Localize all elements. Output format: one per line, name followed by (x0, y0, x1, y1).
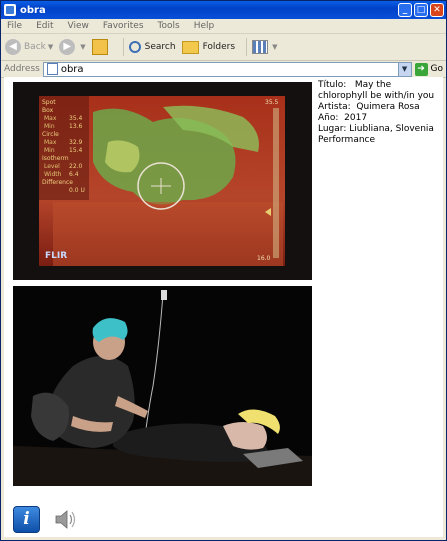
back-button[interactable]: ◀ Back ▼ (5, 39, 53, 55)
toolbar: ◀ Back ▼ ▶ ▼ Search Folders ▼ (1, 34, 446, 61)
ano-label: Año: (318, 113, 339, 123)
go-arrow-icon: ➜ (414, 62, 428, 76)
search-label: Search (144, 42, 176, 52)
svg-text:35.5: 35.5 (265, 99, 279, 106)
address-field[interactable]: obra ▼ (42, 61, 412, 77)
title-line: Título: May the chlorophyll be with/in y… (318, 80, 440, 102)
minimize-button[interactable]: _ (398, 3, 412, 17)
artwork-info: Título: May the chlorophyll be with/in y… (318, 80, 440, 146)
svg-text:Max: Max (44, 115, 57, 122)
artist-line: Artista: Quimera Rosa (318, 102, 440, 113)
performance-photo-image (13, 286, 312, 486)
performance-photo (13, 286, 312, 486)
go-button[interactable]: ➜ Go (414, 62, 443, 76)
views-button[interactable]: ▼ (252, 40, 277, 54)
svg-text:16.0: 16.0 (257, 255, 271, 262)
address-label: Address (4, 64, 40, 74)
search-button[interactable]: Search (128, 41, 176, 53)
svg-text:Box: Box (42, 107, 54, 114)
titulo-label: Título: (318, 80, 347, 90)
address-bar: Address obra ▼ ➜ Go (1, 61, 446, 78)
menu-edit[interactable]: Edit (36, 21, 53, 31)
forward-arrow-icon: ▶ (59, 39, 76, 55)
svg-text:Min: Min (44, 123, 55, 130)
speaker-icon[interactable] (52, 507, 77, 532)
go-label: Go (430, 64, 443, 74)
thermal-camera-photo: Spot Box Max 35.4 Min 13.6 Circle Max 32.9 … (13, 82, 312, 280)
maximize-button[interactable]: □ (414, 3, 428, 17)
artista-label: Artista: (318, 102, 351, 112)
place-line: Lugar: Liubliana, Slovenia (318, 124, 440, 135)
svg-text:Spot: Spot (42, 99, 56, 106)
svg-text:0.0 U: 0.0 U (69, 187, 85, 194)
address-value: obra (60, 63, 84, 75)
svg-text:FLIR: FLIR (45, 251, 67, 261)
svg-text:32.9: 32.9 (69, 139, 83, 146)
svg-text:35.4: 35.4 (69, 115, 83, 122)
bottom-controls: i (13, 506, 77, 533)
page-content: Spot Box Max 35.4 Min 13.6 Circle Max 32.9 … (4, 77, 443, 537)
svg-text:Circle: Circle (42, 131, 59, 138)
menu-favorites[interactable]: Favorites (103, 21, 144, 31)
type-line: Performance (318, 135, 376, 145)
menu-view[interactable]: View (68, 21, 89, 31)
search-icon (128, 41, 141, 53)
svg-text:Isotherm: Isotherm (42, 155, 69, 162)
address-dropdown-icon[interactable]: ▼ (397, 62, 411, 76)
folder-icon (181, 40, 199, 54)
ano-value: 2017 (344, 113, 368, 123)
thermal-photo-image: Spot Box Max 35.4 Min 13.6 Circle Max 32.9 … (13, 82, 312, 280)
artista-value: Quimera Rosa (356, 102, 420, 112)
svg-text:15.4: 15.4 (69, 147, 83, 154)
svg-text:Level: Level (44, 163, 60, 170)
back-arrow-icon: ◀ (5, 39, 21, 55)
page-icon (46, 63, 58, 75)
menu-file[interactable]: File (7, 21, 22, 31)
toolbar-separator (122, 38, 124, 56)
info-icon[interactable]: i (13, 506, 40, 533)
svg-text:6.4: 6.4 (69, 171, 79, 178)
views-icon (252, 40, 269, 54)
window-icon (4, 4, 16, 16)
svg-text:Difference: Difference (42, 179, 73, 186)
close-button[interactable]: ✕ (430, 3, 444, 17)
up-folder-icon (91, 39, 108, 55)
svg-text:Width: Width (44, 171, 62, 178)
views-dropdown-icon: ▼ (272, 43, 278, 51)
back-dropdown-icon[interactable]: ▼ (48, 43, 53, 51)
explorer-window: obra _ □ ✕ File Edit View Favorites Tool… (0, 0, 447, 541)
folders-button[interactable]: Folders (181, 40, 236, 54)
svg-text:Min: Min (44, 147, 55, 154)
svg-text:Max: Max (44, 139, 57, 146)
menu-bar: File Edit View Favorites Tools Help (1, 19, 446, 34)
forward-button[interactable]: ▶ ▼ (59, 39, 86, 55)
forward-dropdown-icon[interactable]: ▼ (80, 43, 85, 51)
menu-help[interactable]: Help (194, 21, 215, 31)
back-label: Back (24, 42, 46, 52)
year-line: Año: 2017 (318, 113, 440, 124)
up-folder-button[interactable] (91, 39, 112, 55)
lugar-label: Lugar: (318, 124, 347, 134)
window-title: obra (20, 4, 46, 16)
svg-text:22.0: 22.0 (69, 163, 83, 170)
lugar-value: Liubliana, Slovenia (349, 124, 434, 134)
folders-label: Folders (202, 42, 236, 52)
title-bar[interactable]: obra _ □ ✕ (1, 1, 446, 19)
toolbar-separator (246, 38, 248, 56)
svg-text:13.6: 13.6 (69, 123, 83, 130)
menu-tools[interactable]: Tools (158, 21, 180, 31)
